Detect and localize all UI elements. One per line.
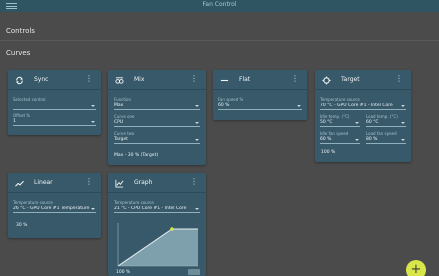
idle-temp-select[interactable]: Idle temp. (°C) 50 °C	[320, 114, 360, 127]
section-divider	[0, 40, 439, 41]
function-select[interactable]: Function Max	[114, 97, 200, 110]
more-options-icon[interactable]: ⋮	[85, 75, 93, 83]
more-options-icon[interactable]: ⋮	[291, 75, 299, 83]
selected-control-select[interactable]: Selected control	[13, 97, 96, 110]
card-header: Mix ⋮	[108, 70, 206, 90]
card-title: Graph	[134, 179, 153, 186]
card-header: Graph ⋮	[108, 173, 206, 193]
card-flat: Flat ⋮ Fan speed % 60 %	[213, 70, 307, 120]
section-controls: Controls	[6, 27, 35, 35]
fan-speed-select[interactable]: Fan speed % 60 %	[218, 97, 302, 110]
app-bar: Fan Control	[0, 0, 439, 12]
card-title: Mix	[134, 76, 145, 83]
linear-result: 30 %	[16, 223, 28, 228]
card-title: Target	[341, 76, 360, 83]
card-graph: Graph ⋮ Temperature source 21 °C - CPU C…	[108, 173, 206, 276]
card-header: Target ⋮	[315, 70, 411, 90]
add-curve-button[interactable]: +	[406, 260, 426, 276]
offset-select[interactable]: Offset % 1	[13, 113, 96, 126]
target-icon	[322, 76, 331, 85]
temperature-source-select[interactable]: Temperature source 70 °C - GPU Core #1 -…	[320, 97, 406, 110]
graph-result: 100 %	[116, 270, 131, 275]
curve-one-select[interactable]: Curve one CPU	[114, 114, 200, 127]
more-options-icon[interactable]: ⋮	[190, 178, 198, 186]
chart-icon	[115, 179, 124, 188]
mix-icon	[115, 77, 124, 84]
curve-point[interactable]	[170, 227, 174, 231]
card-title: Linear	[34, 179, 53, 186]
more-options-icon[interactable]: ⋮	[395, 75, 403, 83]
more-options-icon[interactable]: ⋮	[190, 75, 198, 83]
curve-graph[interactable]	[114, 223, 200, 268]
card-header: Sync ⋮	[8, 70, 101, 90]
card-header: Flat ⋮	[213, 70, 307, 90]
sync-icon	[16, 76, 23, 85]
temperature-source-select[interactable]: Temperature source 26 °C - GPU Core #1 T…	[13, 200, 96, 213]
trend-icon	[15, 180, 24, 187]
more-options-icon[interactable]: ⋮	[85, 178, 93, 186]
card-linear: Linear ⋮ Temperature source 26 °C - GPU …	[8, 173, 101, 238]
card-sync: Sync ⋮ Selected control Offset % 1	[8, 70, 101, 135]
flat-line-icon	[220, 79, 229, 82]
app-title: Fan Control	[202, 1, 237, 8]
load-temp-select[interactable]: Load temp. (°C) 60 °C	[366, 114, 406, 127]
edit-graph-button[interactable]	[188, 269, 200, 275]
card-title: Flat	[239, 76, 251, 83]
card-target: Target ⋮ Temperature source 70 °C - GPU …	[315, 70, 411, 162]
idle-fan-speed-select[interactable]: Idle fan speed 60 %	[320, 131, 360, 144]
target-result: 100 %	[321, 150, 336, 155]
temperature-source-select[interactable]: Temperature source 21 °C - CPU Core #1 -…	[114, 200, 200, 213]
card-title: Sync	[34, 76, 49, 83]
mix-result: Max - 30 % (Target)	[114, 153, 159, 158]
curve-two-select[interactable]: Curve two Target	[114, 131, 200, 144]
card-header: Linear ⋮	[8, 173, 101, 193]
card-mix: Mix ⋮ Function Max Curve one CPU Curve t…	[108, 70, 206, 165]
section-curves: Curves	[6, 49, 31, 57]
load-fan-speed-select[interactable]: Load fan speed 80 %	[366, 131, 406, 144]
